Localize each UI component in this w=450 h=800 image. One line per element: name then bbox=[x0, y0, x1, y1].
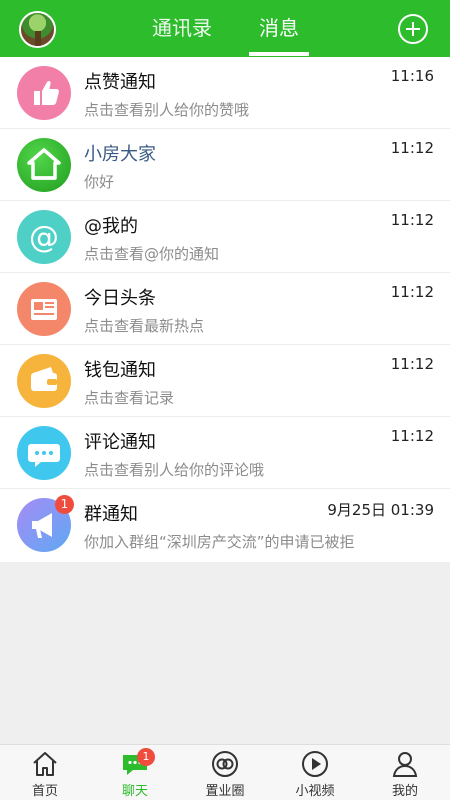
message-row-likes[interactable]: 点赞通知 点击查看别人给你的赞哦 11:16 bbox=[0, 57, 450, 129]
message-preview: 点击查看@你的通知 bbox=[84, 245, 220, 263]
comment-bubble-icon bbox=[17, 426, 71, 480]
avatar[interactable] bbox=[19, 11, 56, 48]
message-time: 11:12 bbox=[390, 355, 434, 373]
chat-unread-badge: 1 bbox=[137, 748, 155, 766]
bottom-nav: 首页 聊天 1 置业圈 小视频 我的 bbox=[0, 744, 450, 800]
message-preview: 你好 bbox=[84, 173, 115, 191]
unread-badge: 1 bbox=[55, 495, 74, 514]
nav-label: 我的 bbox=[391, 784, 418, 799]
message-title: 评论通知 bbox=[84, 432, 156, 453]
message-time: 11:12 bbox=[390, 283, 434, 301]
message-list: 点赞通知 点击查看别人给你的赞哦 11:16 小房大家 你好 11:12 @ @… bbox=[0, 57, 450, 562]
message-row-wallet[interactable]: 钱包通知 点击查看记录 11:12 bbox=[0, 345, 450, 417]
thumbs-up-icon bbox=[17, 66, 71, 120]
message-title: 群通知 bbox=[84, 504, 138, 525]
message-row-comments[interactable]: 评论通知 点击查看别人给你的评论哦 11:12 bbox=[0, 417, 450, 489]
message-title: 今日头条 bbox=[84, 288, 156, 309]
message-row-xiaofangdajia[interactable]: 小房大家 你好 11:12 bbox=[0, 129, 450, 201]
message-preview: 点击查看别人给你的赞哦 bbox=[84, 101, 250, 119]
message-preview: 点击查看记录 bbox=[84, 389, 175, 407]
top-header: 通讯录 消息 bbox=[0, 0, 450, 57]
message-title: 钱包通知 bbox=[84, 360, 156, 381]
nav-label: 首页 bbox=[31, 784, 58, 799]
message-time: 11:12 bbox=[390, 427, 434, 445]
newspaper-icon bbox=[17, 282, 71, 336]
at-sign-icon: @ bbox=[17, 210, 71, 264]
nav-item-home[interactable]: 首页 bbox=[0, 745, 90, 800]
message-title: 点赞通知 bbox=[84, 72, 156, 93]
message-row-group-notice[interactable]: 1 群通知 你加入群组“深圳房产交流”的申请已被拒 9月25日 01:39 bbox=[0, 489, 450, 562]
message-preview: 你加入群组“深圳房产交流”的申请已被拒 bbox=[84, 533, 355, 551]
circle-icon bbox=[212, 751, 238, 777]
message-row-headlines[interactable]: 今日头条 点击查看最新热点 11:12 bbox=[0, 273, 450, 345]
svg-text:@: @ bbox=[29, 220, 59, 255]
wallet-icon bbox=[17, 354, 71, 408]
active-tab-indicator bbox=[249, 52, 309, 56]
message-preview: 点击查看别人给你的评论哦 bbox=[84, 461, 265, 479]
nav-label: 小视频 bbox=[295, 784, 335, 799]
nav-item-chat[interactable]: 聊天 bbox=[90, 745, 180, 800]
tab-contacts[interactable]: 通讯录 bbox=[142, 0, 222, 57]
person-icon bbox=[392, 752, 418, 777]
message-title: 小房大家 bbox=[84, 144, 156, 165]
home-icon bbox=[33, 752, 57, 776]
message-time: 11:12 bbox=[390, 211, 434, 229]
nav-label: 置业圈 bbox=[205, 784, 245, 799]
nav-item-circle[interactable]: 置业圈 bbox=[180, 745, 270, 800]
nav-item-me[interactable]: 我的 bbox=[360, 745, 450, 800]
message-preview: 点击查看最新热点 bbox=[84, 317, 205, 335]
message-title: @我的 bbox=[84, 216, 138, 237]
tab-messages[interactable]: 消息 bbox=[249, 0, 309, 57]
play-icon bbox=[302, 751, 328, 777]
message-time: 11:16 bbox=[390, 67, 434, 85]
message-row-mentions[interactable]: @ @我的 点击查看@你的通知 11:12 bbox=[0, 201, 450, 273]
house-icon bbox=[17, 138, 71, 192]
message-time: 9月25日 01:39 bbox=[327, 501, 434, 519]
add-icon[interactable] bbox=[398, 14, 428, 44]
nav-item-short-video[interactable]: 小视频 bbox=[270, 745, 360, 800]
message-time: 11:12 bbox=[390, 139, 434, 157]
nav-label: 聊天 bbox=[121, 784, 148, 799]
